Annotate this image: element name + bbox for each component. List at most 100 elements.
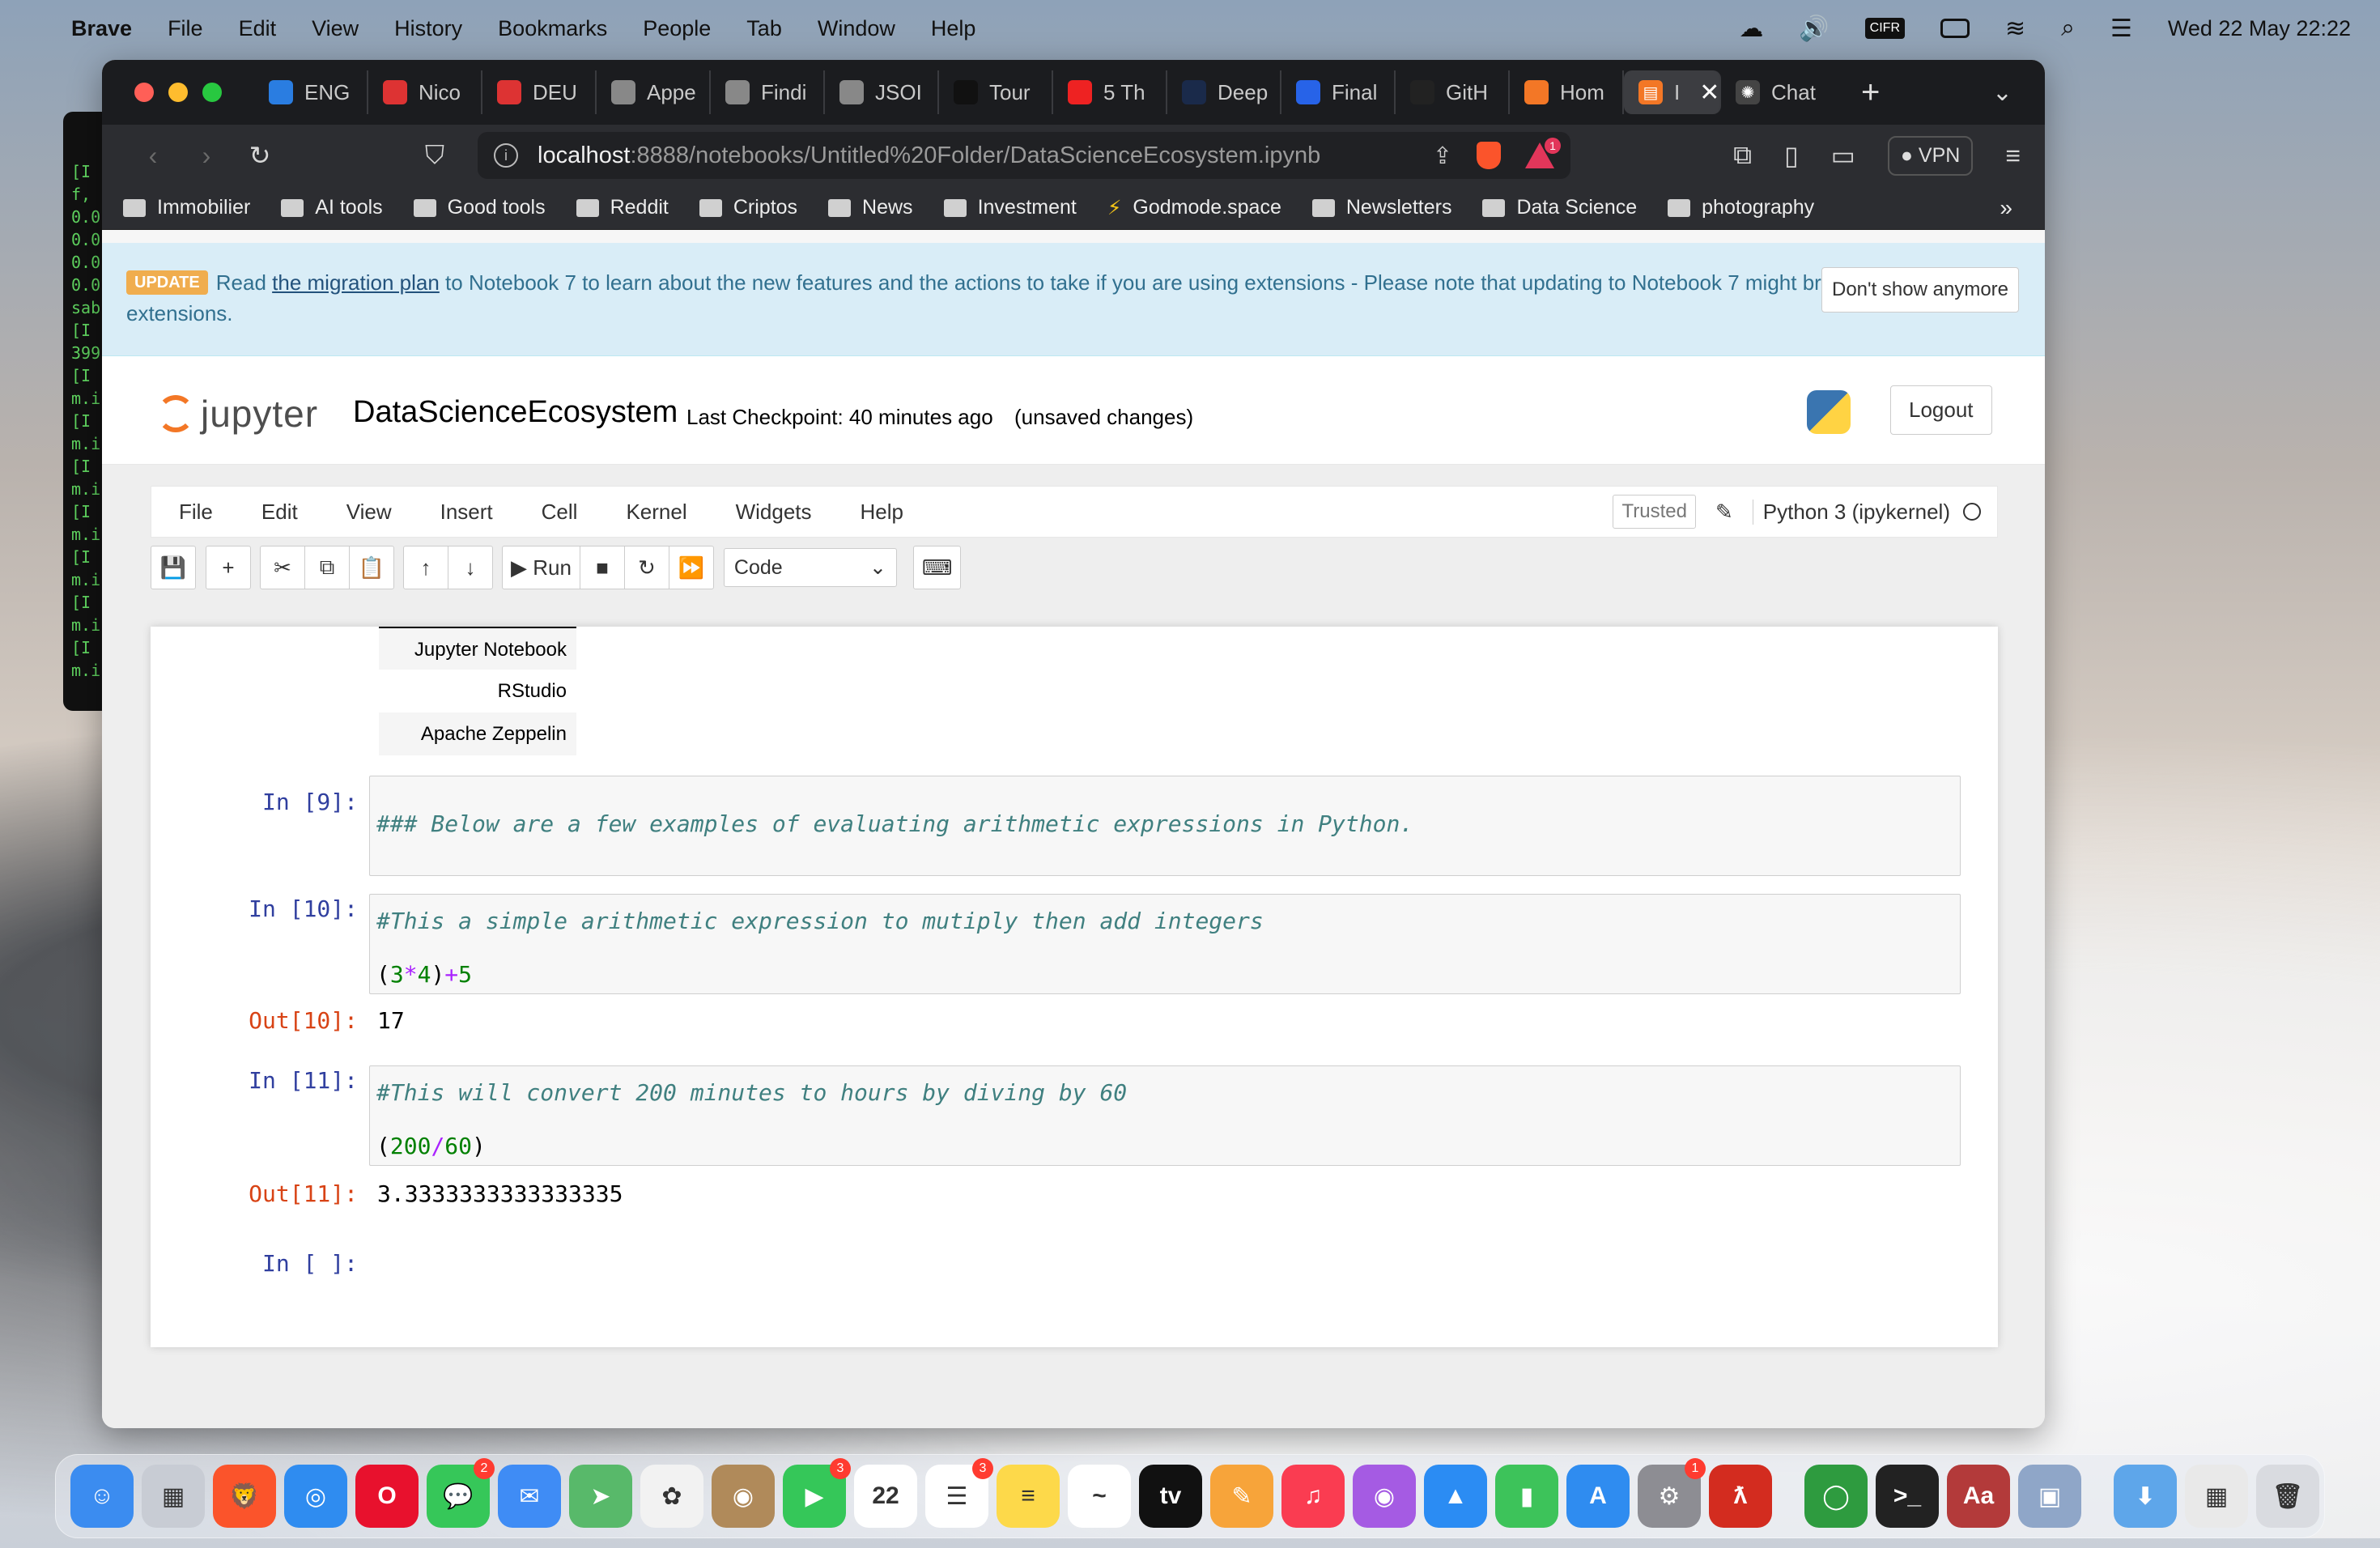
- move-up-button[interactable]: ↑: [403, 546, 448, 589]
- copy-button[interactable]: ⧉: [304, 546, 350, 589]
- run-button[interactable]: ▶ Run: [502, 546, 580, 589]
- share-icon[interactable]: ⇪: [1433, 142, 1452, 170]
- calendar-icon[interactable]: 22: [854, 1465, 917, 1528]
- tab-gith[interactable]: GitH: [1396, 70, 1510, 114]
- reload-icon[interactable]: ↻: [233, 140, 287, 171]
- restart-button[interactable]: ↻: [623, 546, 669, 589]
- launchpad-icon[interactable]: ▦: [142, 1465, 205, 1528]
- acrobat-icon[interactable]: ƛ: [1709, 1465, 1772, 1528]
- interrupt-button[interactable]: ■: [579, 546, 625, 589]
- notes-icon[interactable]: ≡: [997, 1465, 1060, 1528]
- cell-type-select[interactable]: Code ⌄: [723, 548, 897, 587]
- back-icon[interactable]: ‹: [126, 141, 180, 171]
- address-bar[interactable]: i localhost :8888/notebooks/Untitled%20F…: [478, 132, 1570, 179]
- bookmark-good-tools[interactable]: Good tools: [413, 196, 546, 219]
- music-icon[interactable]: ♫: [1281, 1465, 1345, 1528]
- photos-icon[interactable]: ✿: [640, 1465, 703, 1528]
- wallet-icon[interactable]: ▭: [1831, 140, 1855, 171]
- screenshot-icon[interactable]: ▦: [2185, 1465, 2248, 1528]
- vpn-button[interactable]: ● VPN: [1887, 135, 1974, 176]
- tab-findi[interactable]: Findi: [711, 70, 825, 114]
- minimize-window-button[interactable]: [168, 83, 188, 102]
- messages-icon[interactable]: 💬 2: [427, 1458, 495, 1528]
- code-cell[interactable]: ### Below are a few examples of evaluati…: [369, 776, 1961, 876]
- cifr-icon[interactable]: CIFR: [1864, 18, 1905, 39]
- command-palette-button[interactable]: ⌨: [912, 546, 962, 589]
- nb-menu-kernel[interactable]: Kernel: [626, 500, 686, 525]
- terminal-icon[interactable]: >_: [1876, 1465, 1939, 1528]
- preview-icon[interactable]: ▣: [2018, 1465, 2081, 1528]
- bookmark-investment[interactable]: Investment: [943, 196, 1077, 219]
- battery-icon[interactable]: [1940, 19, 1970, 38]
- creative-cloud-icon[interactable]: ☁: [1739, 15, 1763, 43]
- reminders-icon[interactable]: ☰ 3: [925, 1458, 993, 1528]
- paste-button[interactable]: 📋: [349, 546, 394, 589]
- migration-plan-link[interactable]: the migration plan: [272, 270, 440, 295]
- sidebar-icon[interactable]: ▯: [1784, 140, 1799, 171]
- trash-icon[interactable]: 🗑: [2256, 1465, 2319, 1528]
- logout-button[interactable]: Logout: [1890, 385, 1992, 435]
- tab-deu[interactable]: DEU: [482, 70, 597, 114]
- opera-icon[interactable]: O: [355, 1465, 419, 1528]
- brave-icon[interactable]: 🦁: [213, 1465, 276, 1528]
- tab-eng[interactable]: ENG: [254, 70, 368, 114]
- save-button[interactable]: 💾: [151, 546, 196, 589]
- tv-icon[interactable]: tv: [1139, 1465, 1202, 1528]
- brave-rewards-icon[interactable]: 1: [1525, 138, 1561, 168]
- safari-icon[interactable]: ◎: [284, 1465, 347, 1528]
- bookmark-newsletters[interactable]: Newsletters: [1311, 196, 1451, 219]
- facetime-icon[interactable]: ▶ 3: [783, 1458, 851, 1528]
- cut-button[interactable]: ✂: [260, 546, 305, 589]
- menu-view[interactable]: View: [312, 16, 359, 41]
- menu-help[interactable]: Help: [931, 16, 976, 41]
- nb-menu-help[interactable]: Help: [861, 500, 903, 525]
- trusted-indicator[interactable]: Trusted: [1613, 495, 1696, 529]
- dont-show-anymore-button[interactable]: Don't show anymore: [1821, 267, 2019, 313]
- site-info-icon[interactable]: i: [494, 143, 518, 168]
- nb-menu-file[interactable]: File: [179, 500, 213, 525]
- wifi-icon[interactable]: ≋: [2005, 15, 2025, 43]
- app-menu[interactable]: Brave: [71, 16, 132, 41]
- control-center-icon[interactable]: ☰: [2110, 15, 2132, 43]
- contacts-icon[interactable]: ◉: [712, 1465, 775, 1528]
- kernel-name[interactable]: Python 3 (ipykernel): [1752, 499, 1950, 525]
- brave-shields-icon[interactable]: [1477, 142, 1501, 169]
- menu-tab[interactable]: Tab: [746, 16, 782, 41]
- bookmark-reddit[interactable]: Reddit: [576, 196, 669, 219]
- nb-menu-widgets[interactable]: Widgets: [736, 500, 812, 525]
- finder-icon[interactable]: ☺: [70, 1465, 134, 1528]
- bookmark-data-science[interactable]: Data Science: [1482, 196, 1637, 219]
- tab-appe[interactable]: Appe: [597, 70, 711, 114]
- tab-final[interactable]: Final: [1281, 70, 1396, 114]
- menu-edit[interactable]: Edit: [239, 16, 277, 41]
- nb-menu-view[interactable]: View: [346, 500, 392, 525]
- keynote-icon[interactable]: ▲: [1424, 1465, 1487, 1528]
- activity-icon[interactable]: ◯: [1804, 1465, 1868, 1528]
- app-store-icon[interactable]: A: [1566, 1465, 1630, 1528]
- tab-deep[interactable]: Deep: [1167, 70, 1281, 114]
- system-settings-icon[interactable]: ⚙ 1: [1638, 1458, 1706, 1528]
- tab-tour[interactable]: Tour: [939, 70, 1053, 114]
- tab-5-th[interactable]: 5 Th: [1053, 70, 1167, 114]
- numbers-icon[interactable]: ▮: [1495, 1465, 1558, 1528]
- spotlight-search-icon[interactable]: ⌕: [2061, 15, 2075, 42]
- maps-icon[interactable]: ➤: [569, 1465, 632, 1528]
- notebook-title[interactable]: DataScienceEcosystem: [353, 395, 678, 430]
- pages-icon[interactable]: ✎: [1210, 1465, 1273, 1528]
- volume-icon[interactable]: 🔊: [1799, 15, 1829, 43]
- bookmark-news[interactable]: News: [828, 196, 913, 219]
- close-tab-icon[interactable]: ✕: [1699, 79, 1719, 107]
- bookmark-page-icon[interactable]: ⛉: [408, 140, 461, 171]
- bookmark-godmode-space[interactable]: ⚡ Godmode.space: [1107, 196, 1281, 220]
- forward-icon[interactable]: ›: [180, 141, 233, 171]
- tab-chat[interactable]: ✺ Chat: [1721, 70, 1835, 114]
- menu-people[interactable]: People: [643, 16, 711, 41]
- restart-run-all-button[interactable]: ⏩: [668, 546, 714, 589]
- extensions-icon[interactable]: ⧉: [1733, 140, 1752, 171]
- bookmark-photography[interactable]: photography: [1668, 196, 1814, 219]
- mail-icon[interactable]: ✉: [498, 1465, 561, 1528]
- tab-jsoi[interactable]: JSOI: [825, 70, 939, 114]
- nb-menu-edit[interactable]: Edit: [261, 500, 298, 525]
- nb-menu-insert[interactable]: Insert: [440, 500, 493, 525]
- menu-bar-clock[interactable]: Wed 22 May 22:22: [2168, 16, 2351, 41]
